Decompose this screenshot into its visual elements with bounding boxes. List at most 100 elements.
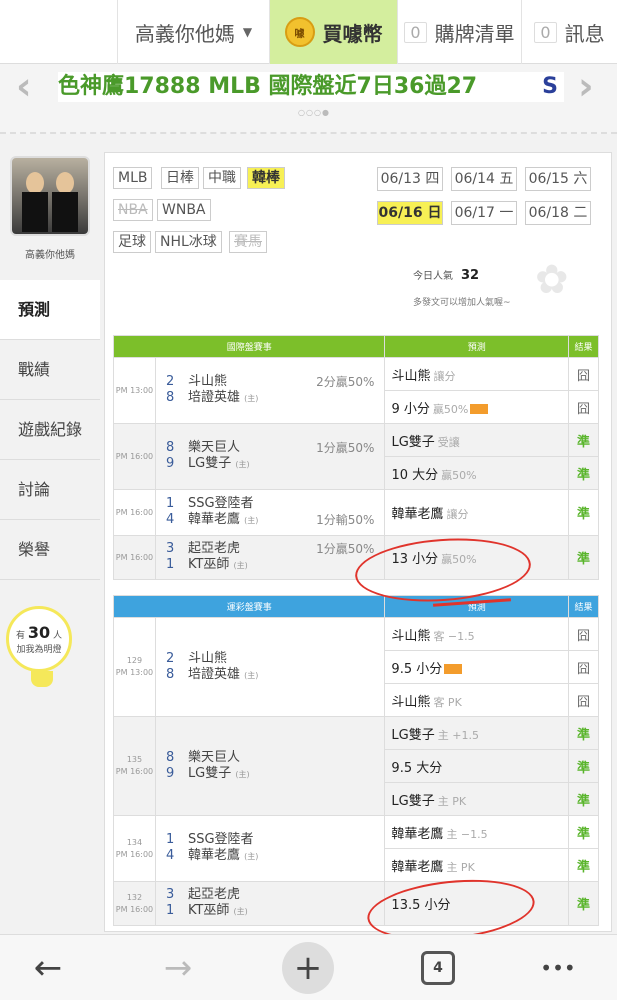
category-mlb[interactable]: MLB	[113, 167, 153, 189]
team-away: 起亞老虎	[187, 541, 240, 556]
result-cell: 準	[568, 456, 599, 490]
prediction-cell: 韓華老鷹 讓分	[384, 489, 570, 536]
prediction-main: 9 小分	[391, 401, 430, 417]
forward-icon[interactable]: →	[156, 945, 200, 991]
carousel-dots: ○○○●	[298, 108, 330, 117]
game-teams[interactable]: 1 SSG登陸者 4 韓華老鷹 (主)	[154, 815, 386, 882]
game-teams[interactable]: 3 起亞老虎 1分贏50% 1 KT巫師 (主)	[154, 535, 386, 580]
team-home: LG雙子	[187, 765, 232, 781]
prediction-sub: 贏50%	[441, 468, 477, 482]
team-away: 樂天巨人	[187, 749, 240, 765]
chevron-left-icon[interactable]: ‹	[16, 64, 32, 108]
prediction-sub: 主 −1.5	[446, 827, 488, 841]
buy-coins-button[interactable]: 噱 買噱幣	[270, 0, 398, 64]
category-nhl[interactable]: NHL冰球	[155, 231, 222, 253]
date-0618[interactable]: 06/18 二	[525, 201, 591, 225]
date-0616[interactable]: 06/16 日	[377, 201, 443, 225]
table-row: PM 13:00 2 斗山熊 2分贏50% 8 培證英雄 (主) 斗山熊 讓分 囧	[113, 357, 599, 424]
new-tab-icon[interactable]: +	[282, 942, 334, 994]
prediction-cell: 韓華老鷹主 PK	[384, 848, 569, 882]
more-icon[interactable]: •••	[536, 945, 580, 991]
buy-coins-label: 買噱幣	[322, 21, 383, 46]
team-away: 起亞老虎	[187, 887, 240, 902]
prediction-main: 斗山熊	[391, 694, 431, 710]
game-id-time: 132 PM 16:00	[113, 881, 156, 926]
game-tip: 1分贏50%	[316, 441, 375, 455]
team-no: 4	[165, 512, 175, 527]
category-soccer[interactable]: 足球	[113, 231, 151, 253]
team-no: 1	[165, 557, 175, 572]
result-cell: 準	[568, 749, 599, 783]
prediction-cell: 9.5 大分	[384, 749, 569, 783]
main-panel: MLB 日棒 中職 韓棒 NBA WNBA 足球 NHL冰球 賽馬 06/13 …	[104, 152, 612, 948]
badge-icon	[470, 404, 489, 414]
sidebar-username: 高義你他媽	[25, 250, 75, 261]
sidebar-item-discussion[interactable]: 討論	[0, 460, 100, 520]
team-no: 3	[165, 541, 175, 556]
game-teams[interactable]: 1 SSG登陸者 4 韓華老鷹 (主) 1分輸50%	[154, 489, 386, 536]
category-nba: NBA	[113, 199, 153, 221]
sidebar-item-label: 遊戲紀錄	[18, 420, 83, 439]
game-teams[interactable]: 8 樂天巨人 9 LG雙子 (主)	[154, 716, 386, 816]
game-id-time: 129 PM 13:00	[113, 617, 156, 717]
team-no: 4	[165, 848, 175, 863]
team-no: 8	[165, 666, 175, 682]
team-home: 培證英雄	[187, 390, 240, 405]
sidebar-item-label: 戰績	[18, 360, 51, 379]
category-wnba[interactable]: WNBA	[157, 199, 211, 221]
intl-header-result: 結果	[568, 335, 599, 358]
prediction-cell: LG雙子主 PK	[384, 782, 569, 816]
prediction-sub: 受讓	[437, 435, 460, 449]
user-menu-button[interactable]: 高義你他媽 ▼	[118, 0, 270, 64]
prediction-cell: 9.5 小分	[384, 650, 569, 684]
game-teams[interactable]: 3 起亞老虎 1 KT巫師 (主)	[154, 881, 386, 926]
home-mark: (主)	[235, 460, 250, 469]
sidebar-item-record[interactable]: 戰績	[0, 340, 100, 400]
result-cell: 準	[568, 815, 599, 849]
category-cpbl[interactable]: 中職	[203, 167, 241, 189]
back-icon[interactable]: ←	[26, 945, 70, 991]
date-0617[interactable]: 06/17 一	[451, 201, 517, 225]
result-cell: 準	[568, 782, 599, 816]
prediction-cell: 韓華老鷹主 −1.5	[384, 815, 569, 849]
follow-bulb[interactable]: 有 30 人 加我為明燈	[6, 606, 72, 687]
prediction-main: 9.5 小分	[391, 661, 443, 677]
tabs-count-icon[interactable]: 4	[421, 951, 455, 985]
date-0613[interactable]: 06/13 四	[377, 167, 443, 191]
prediction-sub: 讓分	[446, 508, 469, 521]
chevron-right-icon[interactable]: ›	[578, 64, 594, 108]
sidebar-item-label: 榮譽	[18, 540, 51, 559]
cart-button[interactable]: 0 購牌清單	[398, 0, 522, 64]
prediction-main: 韓華老鷹	[391, 826, 444, 842]
messages-button[interactable]: 0 訊息	[522, 0, 617, 64]
badge-icon	[444, 664, 463, 674]
avatar-face-left	[26, 172, 44, 194]
game-teams[interactable]: 2 斗山熊 8 培證英雄 (主)	[154, 617, 386, 717]
sidebar-item-predictions[interactable]: 預測	[0, 280, 100, 340]
team-no: 9	[165, 765, 175, 781]
team-away: 斗山熊	[187, 650, 227, 666]
coin-icon: 噱	[284, 17, 315, 47]
sidebar-item-game-history[interactable]: 遊戲紀錄	[0, 400, 100, 460]
category-kbo[interactable]: 韓棒	[247, 167, 285, 189]
marquee[interactable]: 色神鷹17888 MLB 國際盤近7日36過27 S	[58, 72, 564, 102]
game-teams[interactable]: 8 樂天巨人 1分贏50% 9 LG雙子 (主)	[154, 423, 386, 490]
category-npb[interactable]: 日棒	[161, 167, 199, 189]
avatar[interactable]	[10, 156, 90, 236]
prediction-cell: 9 小分 贏50%	[384, 390, 570, 424]
bulb-prefix: 有	[15, 631, 25, 641]
bulb-count: 30	[27, 623, 51, 642]
prediction-main: 9.5 大分	[391, 760, 443, 776]
game-teams[interactable]: 2 斗山熊 2分贏50% 8 培證英雄 (主)	[154, 357, 386, 424]
date-0614[interactable]: 06/14 五	[451, 167, 517, 191]
prediction-cell: LG雙子 受讓	[384, 423, 570, 457]
result-cell: 準	[568, 848, 599, 882]
sidebar-item-honors[interactable]: 榮譽	[0, 520, 100, 580]
home-mark: (主)	[244, 852, 259, 861]
user-menu-label: 高義你他媽	[134, 21, 235, 46]
date-0615[interactable]: 06/15 六	[525, 167, 591, 191]
announcement-banner: ‹ 色神鷹17888 MLB 國際盤近7日36過27 S › ○○○●	[0, 64, 617, 134]
result-cell: 準	[568, 716, 599, 750]
game-tip: 1分輸50%	[316, 513, 375, 527]
table-row: 129 PM 13:00 2 斗山熊 8 培證英雄 (主) 斗山熊客 −1.5 囧	[113, 617, 599, 717]
